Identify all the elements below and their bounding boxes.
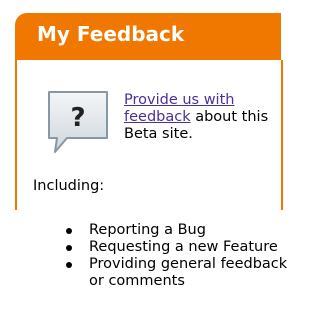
widget-title: My Feedback [37,22,185,46]
question-speech-bubble-icon: ? [48,91,108,153]
including-label: Including: [33,178,105,194]
list-item: Requesting a new Feature [63,239,293,256]
list-item: Providing general feedback or comments [63,256,293,290]
feedback-header: My Feedback [15,13,281,60]
svg-text:?: ? [70,103,85,133]
feedback-types-list: Reporting a Bug Requesting a new Feature… [63,222,293,290]
list-item: Reporting a Bug [63,222,293,239]
feedback-intro: Provide us with feedback about this Beta… [124,92,274,143]
